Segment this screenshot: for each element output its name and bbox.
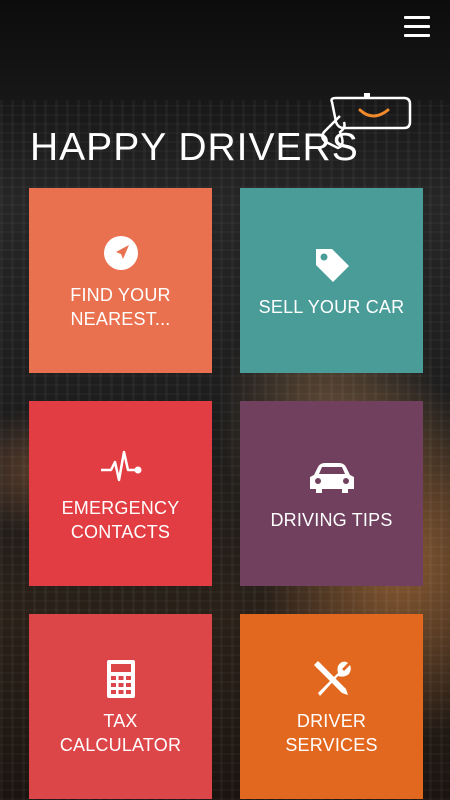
heartbeat-icon (99, 444, 143, 488)
tile-label: DRIVING TIPS (270, 509, 393, 530)
tile-emergency-contacts[interactable]: EMERGENCY CONTACTS (29, 401, 212, 586)
tile-tax-calculator[interactable]: TAX CALCULATOR (29, 614, 212, 799)
price-tag-icon (312, 243, 352, 287)
tile-driver-services[interactable]: DRIVER SERVICES (240, 614, 423, 799)
tile-driving-tips[interactable]: DRIVING TIPS (240, 401, 423, 586)
navigation-arrow-icon (102, 231, 140, 275)
tile-find-nearest[interactable]: FIND YOUR NEAREST... (29, 188, 212, 373)
tile-label: TAX CALCULATOR (59, 710, 182, 755)
hamburger-menu-icon[interactable] (404, 16, 430, 38)
rearview-mirror-smile-icon (321, 93, 412, 150)
app-title: HAPPY DRIVERS (30, 126, 359, 169)
wrench-screwdriver-icon (312, 657, 352, 701)
calculator-icon (106, 657, 136, 701)
tile-sell-your-car[interactable]: SELL YOUR CAR (240, 188, 423, 373)
tile-label: DRIVER SERVICES (285, 710, 378, 755)
tile-label: SELL YOUR CAR (258, 296, 405, 317)
tile-label: FIND YOUR NEAREST... (70, 284, 171, 329)
tile-label: EMERGENCY CONTACTS (61, 497, 180, 542)
car-front-icon (308, 456, 356, 500)
